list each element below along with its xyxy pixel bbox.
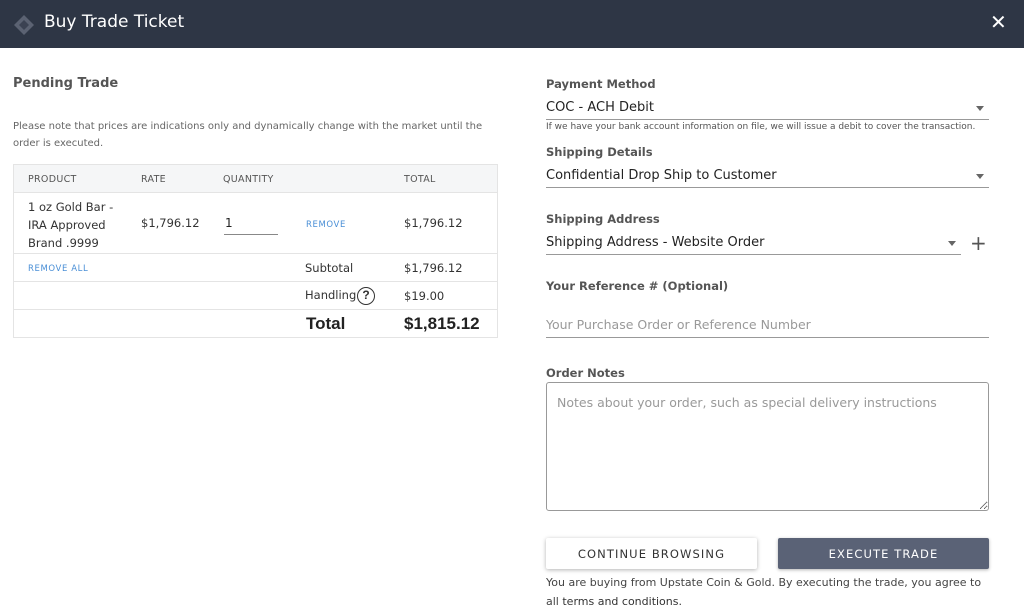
table-row: 1 oz Gold Bar - IRA Approved Brand .9999… bbox=[14, 193, 497, 254]
terms-link[interactable]: terms and conditions. bbox=[562, 595, 682, 608]
total-row: Total $1,815.12 bbox=[14, 310, 497, 338]
subtotal-row: REMOVE ALL Subtotal $1,796.12 bbox=[14, 254, 497, 282]
shipping-details-label: Shipping Details bbox=[546, 145, 653, 159]
column-header-total: TOTAL bbox=[404, 174, 436, 185]
shipping-address-value: Shipping Address - Website Order bbox=[546, 235, 765, 250]
chevron-down-icon bbox=[976, 174, 984, 179]
reference-label: Your Reference # (Optional) bbox=[546, 279, 729, 293]
subtotal-value: $1,796.12 bbox=[404, 261, 463, 275]
close-icon[interactable]: ✕ bbox=[990, 12, 1007, 32]
execute-trade-button[interactable]: EXECUTE TRADE bbox=[778, 538, 989, 569]
handling-row: Handling ? $19.00 bbox=[14, 282, 497, 310]
handling-value: $19.00 bbox=[404, 289, 445, 303]
order-notes-textarea[interactable] bbox=[546, 382, 989, 511]
column-header-quantity: QUANTITY bbox=[223, 174, 274, 185]
help-icon[interactable]: ? bbox=[357, 287, 375, 305]
product-rate: $1,796.12 bbox=[141, 216, 200, 230]
reference-input[interactable] bbox=[546, 312, 989, 338]
payment-method-label: Payment Method bbox=[546, 77, 656, 91]
column-header-product: PRODUCT bbox=[28, 174, 77, 185]
trade-table: PRODUCT RATE QUANTITY TOTAL 1 oz Gold Ba… bbox=[13, 164, 498, 338]
pending-trade-section: Pending Trade Please note that prices ar… bbox=[13, 76, 498, 149]
total-label: Total bbox=[306, 314, 346, 333]
order-notes-label: Order Notes bbox=[546, 366, 625, 380]
modal-header: Buy Trade Ticket ✕ bbox=[0, 0, 1024, 48]
chevron-down-icon bbox=[976, 106, 984, 111]
price-note: Please note that prices are indications … bbox=[13, 121, 483, 149]
shipping-address-select[interactable]: Shipping Address - Website Order bbox=[546, 233, 961, 255]
subtotal-label: Subtotal bbox=[305, 261, 354, 275]
modal-title: Buy Trade Ticket bbox=[44, 12, 185, 32]
product-total: $1,796.12 bbox=[404, 216, 463, 230]
shipping-details-value: Confidential Drop Ship to Customer bbox=[546, 168, 777, 183]
footer-disclaimer: You are buying from Upstate Coin & Gold.… bbox=[546, 573, 990, 609]
chevron-down-icon bbox=[948, 241, 956, 246]
shipping-address-label: Shipping Address bbox=[546, 212, 660, 226]
diamond-logo-icon bbox=[14, 15, 34, 35]
handling-label: Handling bbox=[305, 288, 357, 302]
remove-all-link[interactable]: REMOVE ALL bbox=[28, 264, 88, 274]
pending-trade-title: Pending Trade bbox=[13, 76, 119, 91]
remove-item-link[interactable]: REMOVE bbox=[306, 220, 346, 230]
quantity-input[interactable] bbox=[224, 211, 278, 235]
table-header: PRODUCT RATE QUANTITY TOTAL bbox=[14, 165, 497, 193]
payment-method-value: COC - ACH Debit bbox=[546, 100, 654, 115]
shipping-details-select[interactable]: Confidential Drop Ship to Customer bbox=[546, 166, 989, 188]
product-name: 1 oz Gold Bar - IRA Approved Brand .9999 bbox=[28, 200, 114, 250]
column-header-rate: RATE bbox=[141, 174, 166, 185]
continue-browsing-button[interactable]: CONTINUE BROWSING bbox=[546, 538, 757, 569]
payment-method-helper: If we have your bank account information… bbox=[546, 122, 976, 132]
add-address-icon[interactable]: + bbox=[970, 233, 987, 253]
payment-method-select[interactable]: COC - ACH Debit bbox=[546, 98, 989, 120]
total-value: $1,815.12 bbox=[404, 314, 480, 333]
